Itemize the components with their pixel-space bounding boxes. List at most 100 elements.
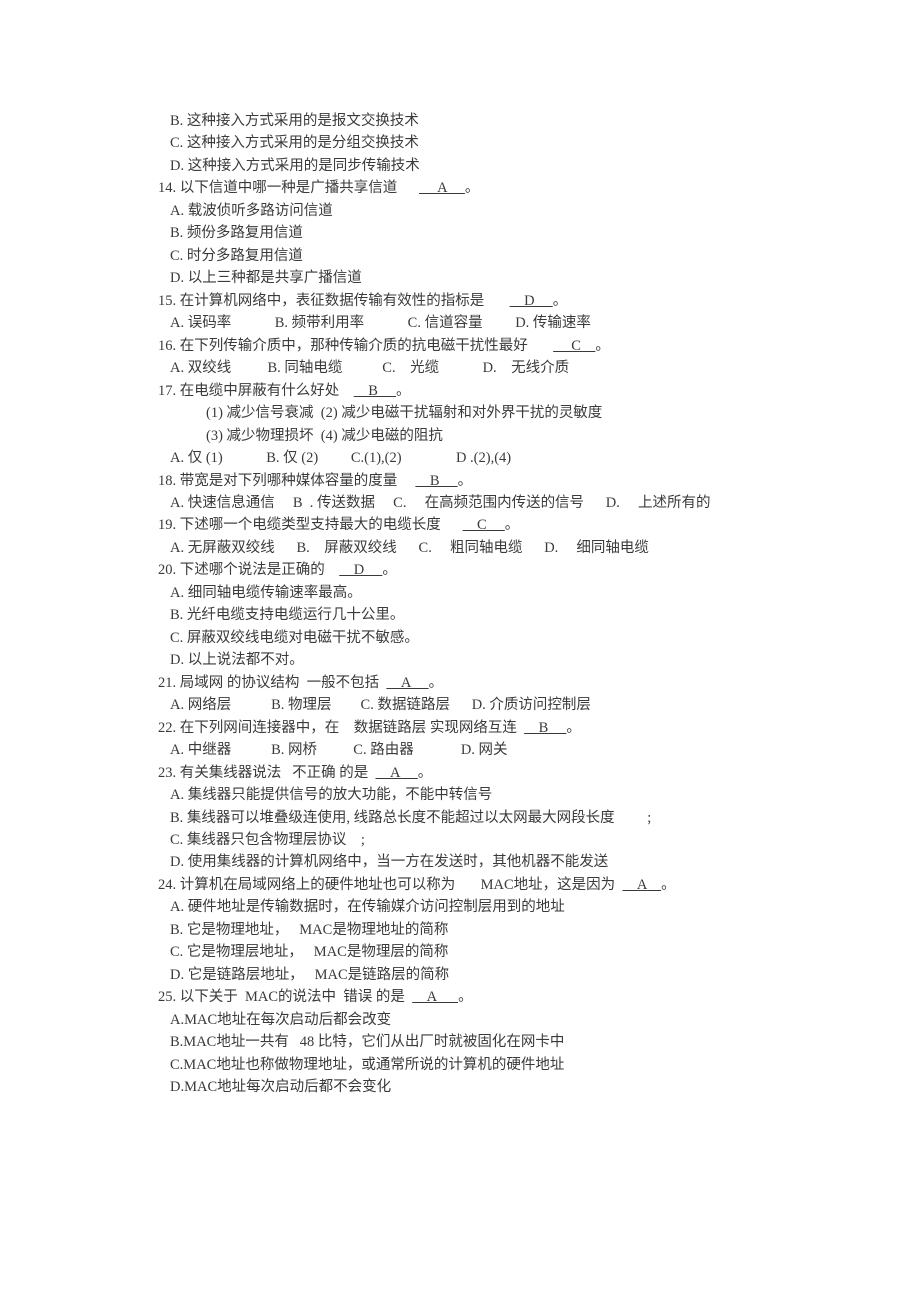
text-line: A. 细同轴电缆传输速率最高。 [158,582,762,604]
text: (3) 减少物理损坏 (4) 减少电磁的阻抗 [206,428,443,444]
text-line: C. 集线器只包含物理层协议 ; [158,829,762,851]
text-line: D. 使用集线器的计算机网络中，当一方在发送时，其他机器不能发送 [158,851,762,873]
text-line: B. 光纤电缆支持电缆运行几十公里。 [158,604,762,626]
text: A. 细同轴电缆传输速率最高。 [170,585,362,601]
text: A. 集线器只能提供信号的放大功能，不能中转信号 [170,787,492,803]
text: 15. 在计算机网络中，表征数据传输有效性的指标是 [158,293,510,309]
answer-blank: A [419,180,465,196]
text-line: B. 集线器可以堆叠级连使用, 线路总长度不能超过以太网最大网段长度 ; [158,807,762,829]
text: 。 [465,180,480,196]
text: B. 集线器可以堆叠级连使用, 线路总长度不能超过以太网最大网段长度 ; [170,810,651,826]
text: C. 屏蔽双绞线电缆对电磁干扰不敏感。 [170,630,419,646]
text: A. 网络层 B. 物理层 C. 数据链路层 D. 介质访问控制层 [170,697,591,713]
answer-blank: A [622,877,661,893]
text: C. 时分多路复用信道 [170,248,303,264]
text: (1) 减少信号衰减 (2) 减少电磁干扰辐射和对外界干扰的灵敏度 [206,405,602,421]
text: B. 频份多路复用信道 [170,225,303,241]
text: 。 [458,989,473,1005]
text: 。 [595,338,610,354]
text: 16. 在下列传输介质中，那种传输介质的抗电磁干扰性最好 [158,338,553,354]
answer-blank: A [386,675,428,691]
text-line: D. 以上说法都不对。 [158,649,762,671]
text: A. 硬件地址是传输数据时，在传输媒介访问控制层用到的地址 [170,899,565,915]
text: 14. 以下信道中哪一种是广播共享信道 [158,180,419,196]
text-line: A. 载波侦听多路访问信道 [158,200,762,222]
text: 18. 带宽是对下列哪种媒体容量的度量 [158,473,415,489]
text-line: A. 中继器 B. 网桥 C. 路由器 D. 网关 [158,739,762,761]
text-line: A. 双绞线 B. 同轴电缆 C. 光缆 D. 无线介质 [158,357,762,379]
text: B.MAC地址一共有 48 比特，它们从出厂时就被固化在网卡中 [170,1034,564,1050]
answer-blank: B [354,383,396,399]
text: D. 以上三种都是共享广播信道 [170,270,362,286]
text: 25. 以下关于 MAC的说法中 错误 的是 [158,989,412,1005]
text-line: A. 网络层 B. 物理层 C. 数据链路层 D. 介质访问控制层 [158,694,762,716]
text-line: A. 仅 (1) B. 仅 (2) C.(1),(2) D .(2),(4) [158,447,762,469]
text-line: 23. 有关集线器说法 不正确 的是 A 。 [158,762,762,784]
text-line: D. 以上三种都是共享广播信道 [158,267,762,289]
text-line: C. 它是物理层地址， MAC是物理层的简称 [158,941,762,963]
text-line: D.MAC地址每次启动后都不会变化 [158,1076,762,1098]
text: 。 [661,877,676,893]
text: A. 误码率 B. 频带利用率 C. 信道容量 D. 传输速率 [170,315,591,331]
text-line: D. 这种接入方式采用的是同步传输技术 [158,155,762,177]
text: C. 集线器只包含物理层协议 ; [170,832,365,848]
text-line: 22. 在下列网间连接器中，在 数据链路层 实现网络互连 B 。 [158,717,762,739]
text: B. 这种接入方式采用的是报文交换技术 [170,113,419,129]
text: A. 中继器 B. 网桥 C. 路由器 D. 网关 [170,742,508,758]
text-line: 17. 在电缆中屏蔽有什么好处 B 。 [158,380,762,402]
text: 23. 有关集线器说法 不正确 的是 [158,765,376,781]
text: 22. 在下列网间连接器中，在 数据链路层 实现网络互连 [158,720,524,736]
text-line: 18. 带宽是对下列哪种媒体容量的度量 B 。 [158,470,762,492]
text: D. 它是链路层地址， MAC是链路层的简称 [170,967,449,983]
answer-blank: B [415,473,457,489]
text-line: B. 频份多路复用信道 [158,222,762,244]
text: A. 快速信息通信 B . 传送数据 C. 在高频范围内传送的信号 D. 上述所… [170,495,711,511]
text: 。 [566,720,581,736]
text: A. 双绞线 B. 同轴电缆 C. 光缆 D. 无线介质 [170,360,569,376]
text: D. 以上说法都不对。 [170,652,304,668]
text: D. 使用集线器的计算机网络中，当一方在发送时，其他机器不能发送 [170,854,608,870]
text: A. 仅 (1) B. 仅 (2) C.(1),(2) D .(2),(4) [170,450,511,466]
text: 24. 计算机在局域网络上的硬件地址也可以称为 MAC地址，这是因为 [158,877,622,893]
text: 。 [458,473,473,489]
answer-blank: B [524,720,566,736]
text: A. 无屏蔽双绞线 B. 屏蔽双绞线 C. 粗同轴电缆 D. 细同轴电缆 [170,540,649,556]
text: D.MAC地址每次启动后都不会变化 [170,1079,391,1095]
text: 。 [505,517,520,533]
text: 19. 下述哪一个电缆类型支持最大的电缆长度 [158,517,463,533]
text-line: A. 硬件地址是传输数据时，在传输媒介访问控制层用到的地址 [158,896,762,918]
text-line: 19. 下述哪一个电缆类型支持最大的电缆长度 C 。 [158,514,762,536]
text-line: C. 时分多路复用信道 [158,245,762,267]
answer-blank: C [463,517,505,533]
text-line: A. 误码率 B. 频带利用率 C. 信道容量 D. 传输速率 [158,312,762,334]
text: 。 [396,383,411,399]
text-line: A. 快速信息通信 B . 传送数据 C. 在高频范围内传送的信号 D. 上述所… [158,492,762,514]
text-line: A. 集线器只能提供信号的放大功能，不能中转信号 [158,784,762,806]
answer-blank: A [412,989,458,1005]
text: 。 [382,562,397,578]
document-page: B. 这种接入方式采用的是报文交换技术 C. 这种接入方式采用的是分组交换技术 D.… [0,0,920,1209]
text-line: B.MAC地址一共有 48 比特，它们从出厂时就被固化在网卡中 [158,1031,762,1053]
text-line: A.MAC地址在每次启动后都会改变 [158,1009,762,1031]
text: C.MAC地址也称做物理地址，或通常所说的计算机的硬件地址 [170,1057,564,1073]
text: 17. 在电缆中屏蔽有什么好处 [158,383,354,399]
text: 。 [418,765,433,781]
text-line: C. 这种接入方式采用的是分组交换技术 [158,132,762,154]
text-line: B. 它是物理地址， MAC是物理地址的简称 [158,919,762,941]
text-line: 25. 以下关于 MAC的说法中 错误 的是 A 。 [158,986,762,1008]
text-line: 14. 以下信道中哪一种是广播共享信道 A 。 [158,177,762,199]
text: B. 光纤电缆支持电缆运行几十公里。 [170,607,404,623]
text: 21. 局域网 的协议结构 一般不包括 [158,675,386,691]
text-line: C. 屏蔽双绞线电缆对电磁干扰不敏感。 [158,627,762,649]
text: C. 它是物理层地址， MAC是物理层的简称 [170,944,448,960]
text: D. 这种接入方式采用的是同步传输技术 [170,158,420,174]
text: B. 它是物理地址， MAC是物理地址的简称 [170,922,448,938]
text: C. 这种接入方式采用的是分组交换技术 [170,135,419,151]
text-line: 21. 局域网 的协议结构 一般不包括 A 。 [158,672,762,694]
text-line: 20. 下述哪个说法是正确的 D 。 [158,559,762,581]
text-line: (1) 减少信号衰减 (2) 减少电磁干扰辐射和对外界干扰的灵敏度 [158,402,762,424]
text: A. 载波侦听多路访问信道 [170,203,333,219]
text: 。 [553,293,568,309]
text-line: 16. 在下列传输介质中，那种传输介质的抗电磁干扰性最好 C 。 [158,335,762,357]
text-line: D. 它是链路层地址， MAC是链路层的简称 [158,964,762,986]
